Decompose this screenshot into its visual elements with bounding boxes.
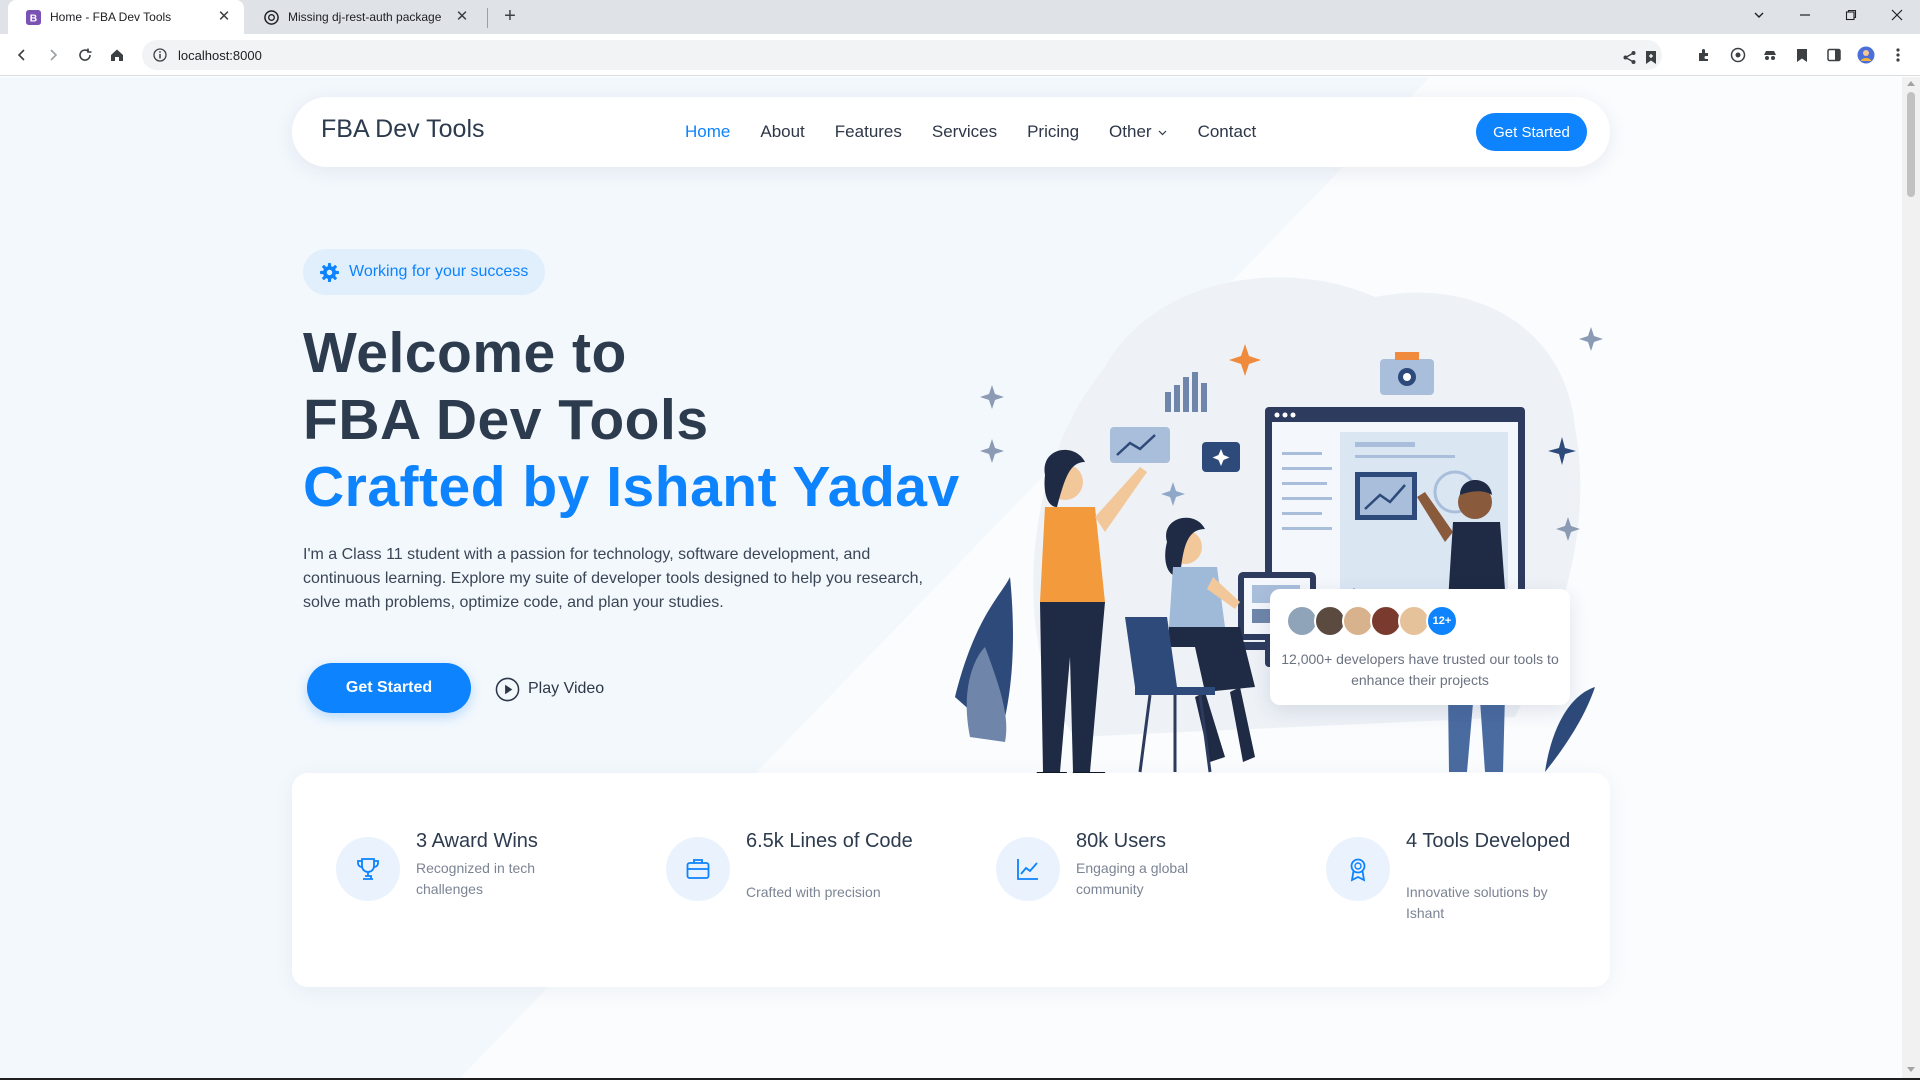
main-nav: Home About Features Services Pricing Oth… bbox=[685, 97, 1286, 167]
hero-badge: Working for your success bbox=[303, 249, 545, 295]
briefcase-icon bbox=[686, 859, 710, 879]
hero-get-started-button[interactable]: Get Started bbox=[307, 663, 471, 713]
hero-heading-line-2: FBA Dev Tools bbox=[303, 388, 709, 452]
nav-other-label: Other bbox=[1109, 122, 1152, 141]
stat-title: 80k Users bbox=[1076, 830, 1167, 852]
badge-text: Working for your success bbox=[349, 263, 529, 280]
incognito-extension-icon[interactable] bbox=[1758, 43, 1782, 67]
tab-divider bbox=[487, 8, 488, 28]
hero-illustration bbox=[955, 277, 1603, 780]
stat-description: Innovative solutions by Ishant bbox=[1406, 884, 1548, 921]
header-get-started-button[interactable]: Get Started bbox=[1476, 113, 1587, 151]
nav-services[interactable]: Services bbox=[932, 122, 997, 142]
side-panel-icon[interactable] bbox=[1822, 43, 1846, 67]
page-viewport: FBA Dev Tools Home About Features Servic… bbox=[0, 77, 1902, 1078]
stat-description: Crafted with precision bbox=[746, 884, 881, 900]
chatgpt-icon bbox=[264, 9, 279, 25]
forward-icon[interactable] bbox=[41, 43, 65, 67]
bookmarks-icon[interactable] bbox=[1790, 43, 1814, 67]
play-circle-icon bbox=[495, 677, 520, 701]
scroll-up-icon[interactable] bbox=[1907, 81, 1915, 86]
tab-title: Home - FBA Dev Tools bbox=[50, 10, 172, 24]
nav-pricing[interactable]: Pricing bbox=[1027, 122, 1079, 142]
minimize-icon[interactable] bbox=[1782, 0, 1828, 30]
bookmark-icon[interactable] bbox=[1639, 45, 1663, 69]
nav-home[interactable]: Home bbox=[685, 122, 730, 142]
nav-features[interactable]: Features bbox=[835, 122, 902, 142]
url-text: localhost:8000 bbox=[178, 47, 262, 63]
browser-tab-strip: B Home - FBA Dev Tools ✕ Missing dj-rest… bbox=[0, 0, 1920, 34]
graph-up-icon bbox=[1017, 859, 1038, 880]
address-bar[interactable]: localhost:8000 bbox=[142, 40, 1662, 70]
back-icon[interactable] bbox=[10, 43, 34, 67]
stat-item: 3 Award Wins Recognized in tech challeng… bbox=[336, 829, 596, 939]
hero-heading-line-1: Welcome to bbox=[303, 321, 627, 385]
scrollbar-thumb[interactable] bbox=[1907, 92, 1915, 197]
stat-item: 80k Users Engaging a global community bbox=[996, 829, 1256, 939]
tab-title: Missing dj-rest-auth package bbox=[288, 10, 442, 24]
hero-heading-line-3: Crafted by Ishant Yadav bbox=[303, 455, 960, 519]
avatar-group: 12+ bbox=[1286, 605, 1458, 639]
stat-item: 4 Tools Developed Innovative solutions b… bbox=[1326, 829, 1586, 939]
browser-toolbar: localhost:8000 bbox=[0, 34, 1920, 76]
trust-text: 12,000+ developers have trusted our tool… bbox=[1281, 651, 1559, 688]
tab-chatgpt[interactable]: Missing dj-rest-auth package ✕ bbox=[246, 0, 482, 34]
trust-card: 12+ 12,000+ developers have trusted our … bbox=[1270, 589, 1570, 705]
profile-avatar-icon[interactable] bbox=[1854, 43, 1878, 67]
close-window-icon[interactable] bbox=[1874, 0, 1920, 30]
tab-search-icon[interactable] bbox=[1736, 0, 1782, 30]
stat-title: 4 Tools Developed bbox=[1406, 830, 1571, 852]
svg-text:B: B bbox=[30, 13, 37, 24]
gear-icon bbox=[320, 262, 339, 282]
stat-title: 3 Award Wins bbox=[416, 830, 538, 852]
reload-icon[interactable] bbox=[73, 43, 97, 67]
stat-item: 6.5k Lines of Code Crafted with precisio… bbox=[666, 829, 926, 939]
site-logo[interactable]: FBA Dev Tools bbox=[321, 115, 485, 144]
share-icon[interactable] bbox=[1617, 45, 1641, 69]
close-icon[interactable]: ✕ bbox=[454, 9, 470, 25]
stat-description: Engaging a global community bbox=[1076, 860, 1189, 897]
menu-dots-icon[interactable] bbox=[1886, 43, 1910, 67]
chevron-down-icon bbox=[1158, 130, 1167, 135]
nav-other[interactable]: Other bbox=[1109, 122, 1168, 142]
nav-about[interactable]: About bbox=[760, 122, 804, 142]
stat-title: 6.5k Lines of Code bbox=[746, 830, 913, 852]
restore-icon[interactable] bbox=[1828, 0, 1874, 30]
nav-contact[interactable]: Contact bbox=[1198, 122, 1257, 142]
info-icon[interactable] bbox=[150, 45, 170, 65]
stat-description: Recognized in tech challenges bbox=[416, 860, 536, 897]
award-icon bbox=[1350, 858, 1366, 882]
more-avatars-badge: 12+ bbox=[1426, 605, 1458, 637]
trophy-icon bbox=[357, 858, 379, 880]
new-tab-icon[interactable]: + bbox=[498, 5, 522, 29]
grammar-extension-icon[interactable] bbox=[1726, 43, 1750, 67]
close-icon[interactable]: ✕ bbox=[216, 9, 232, 25]
play-video-label: Play Video bbox=[528, 680, 605, 697]
site-header: FBA Dev Tools Home About Features Servic… bbox=[292, 97, 1610, 167]
vertical-scrollbar[interactable] bbox=[1902, 77, 1920, 1078]
stats-section: 3 Award Wins Recognized in tech challeng… bbox=[292, 773, 1610, 987]
play-video-link[interactable]: Play Video bbox=[495, 676, 604, 702]
scroll-down-icon[interactable] bbox=[1907, 1067, 1915, 1072]
hero-description: I'm a Class 11 student with a passion fo… bbox=[303, 546, 923, 611]
extensions-icon[interactable] bbox=[1692, 43, 1716, 67]
tab-home[interactable]: B Home - FBA Dev Tools ✕ bbox=[8, 0, 244, 34]
bootstrap-icon: B bbox=[26, 9, 41, 25]
home-icon[interactable] bbox=[105, 43, 129, 67]
